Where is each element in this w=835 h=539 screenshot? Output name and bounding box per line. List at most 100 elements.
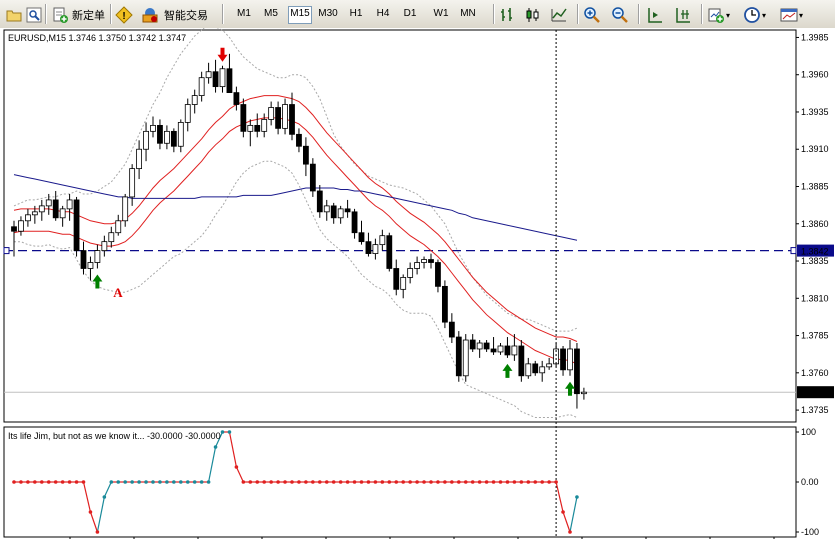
candle [122,196,129,222]
indicator-point [165,480,169,484]
indicator-point [547,480,551,484]
indicator-point [422,480,426,484]
indicator-point [297,480,301,484]
timeframe-w1-button[interactable]: W1 [430,6,452,22]
hline-handle-right[interactable] [790,247,797,255]
indicator-point [359,480,364,484]
new-order-button[interactable]: 新定单 [50,3,106,27]
chart-shift-icon[interactable] [645,3,665,27]
indicator-point [192,480,197,484]
indicator-point [40,480,44,484]
indicator-point [46,480,51,484]
indicator-point [394,480,399,484]
new-order-label: 新定单 [72,10,105,22]
indicator-point [137,480,141,484]
autoscroll-icon[interactable] [673,3,693,27]
period-clock-icon[interactable]: ▾ [742,3,767,27]
indicator-point [568,530,572,534]
indicator-point [60,480,65,484]
candle [518,345,525,377]
candle [261,119,268,132]
candle [400,277,407,290]
candle [45,199,52,207]
chart-window[interactable]: 1.3985 1.3960 1.3935 1.3910 1.3885 1.3860 1.38… [0,28,835,539]
candle [372,244,379,254]
svg-text:!: ! [122,11,125,22]
candle [66,199,73,210]
candle [476,342,483,350]
indicator-tick-label: 100 [801,427,816,437]
annotation-label: A [113,285,123,300]
candle [428,259,434,263]
line-chart-icon[interactable] [549,3,569,27]
candle [421,259,427,263]
indicator-tick-label: -100 [801,527,819,537]
timeframe-m1-button[interactable]: M1 [233,6,255,22]
indicator-point [526,480,531,484]
auto-trading-label: 智能交易 [164,10,208,22]
candle [316,190,323,213]
timeframe-m5-button[interactable]: M5 [260,6,282,22]
indicator-point [269,480,273,484]
candle [309,163,316,192]
price-tick-label: 1.3835 [801,256,829,266]
add-indicator-icon[interactable]: ▾ [706,3,731,27]
timeframe-h4-button[interactable]: H4 [373,6,393,22]
indicator-point [366,480,371,484]
candle [18,220,24,232]
indicator-point [519,480,524,484]
timeframe-d1-button[interactable]: D1 [400,6,420,22]
candle [302,145,309,165]
indicator-point [255,480,260,484]
indicator-point [241,480,246,484]
hline-handle-left[interactable] [3,247,10,255]
candle [150,124,156,132]
indicator-point [53,480,58,484]
candlestick-icon[interactable] [523,3,543,27]
indicator-point [158,480,162,484]
toolbar: 新定单 ! 智能交易 M1 M5 M15 M30 H1 H4 D1 W1 MN ▾ ▾ [0,0,835,29]
candle [198,77,205,96]
indicator-point [81,480,86,484]
candle [268,107,275,120]
zoom-in-icon[interactable] [582,3,602,27]
candle [163,130,170,144]
template-icon[interactable]: ▾ [779,3,804,27]
candle [511,345,518,356]
candle [546,363,553,368]
open-folder-icon[interactable] [4,3,24,27]
candle [351,211,358,234]
timeframe-h1-button[interactable]: H1 [346,6,366,22]
indicator-point [380,480,385,484]
candle [532,363,539,374]
zoom-fit-icon[interactable] [24,3,44,27]
candle [275,107,282,129]
candle [330,205,337,219]
timeframe-mn-button[interactable]: MN [457,6,479,22]
indicator-point [450,480,454,484]
indicator-point [338,480,343,484]
auto-trading-button[interactable]: 智能交易 [140,3,209,27]
indicator-point [331,480,336,484]
candle [323,205,330,213]
alert-icon[interactable]: ! [114,3,134,27]
bar-chart-icon[interactable] [497,3,517,27]
indicator-point [276,480,280,484]
candle [539,366,546,374]
indicator-point [408,480,412,484]
candle [205,71,212,79]
indicator-point [575,495,579,499]
price-tick-label: 1.3960 [801,70,829,80]
candle [414,262,421,269]
candle [177,122,184,147]
candle [282,104,288,129]
indicator-point [123,480,127,484]
zoom-out-icon[interactable] [610,3,630,27]
candle [52,199,59,219]
candle [184,104,191,123]
timeframe-m30-button[interactable]: M30 [316,6,340,22]
candle [226,68,233,94]
indicator-point [102,495,107,499]
indicator-point [262,480,267,484]
timeframe-m15-button[interactable]: M15 [288,6,312,24]
